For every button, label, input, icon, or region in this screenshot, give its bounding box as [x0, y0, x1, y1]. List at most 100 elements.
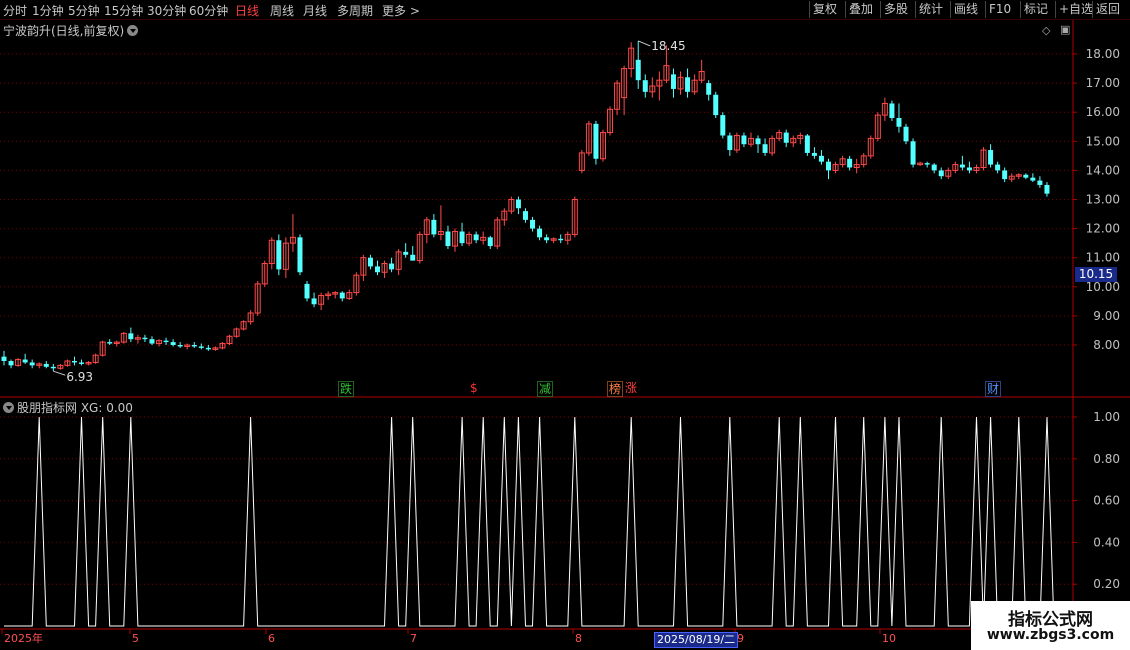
y-tick-label: 14.00	[1086, 163, 1120, 177]
candle	[706, 80, 712, 101]
candle-body	[896, 118, 902, 127]
candle	[240, 320, 247, 331]
event-badge-dollar[interactable]: $	[469, 381, 479, 395]
candle	[564, 231, 571, 245]
candle	[720, 112, 726, 139]
candle	[938, 167, 944, 180]
candle-body	[966, 167, 972, 171]
candle	[797, 132, 804, 145]
candle	[867, 135, 874, 159]
candle-body	[670, 74, 676, 89]
candle-body	[537, 228, 543, 238]
stock-title[interactable]: 宁波韵升(日线,前复权)	[3, 22, 139, 39]
candle	[621, 65, 628, 116]
candle	[437, 205, 444, 241]
candle	[423, 216, 430, 244]
candle	[804, 134, 810, 156]
candle	[818, 150, 824, 165]
indicator-tick-label: 0.40	[1093, 535, 1120, 549]
candle	[874, 112, 881, 142]
candle	[107, 339, 113, 345]
x-tick-label: 6	[268, 632, 275, 645]
x-tick-label: 8	[575, 632, 582, 645]
candle	[649, 77, 656, 98]
candle-body	[825, 161, 831, 171]
candle-body	[459, 231, 465, 244]
event-badge-bang[interactable]: 榜	[607, 381, 624, 397]
event-badge-jian[interactable]: 减	[537, 381, 554, 397]
candle	[36, 362, 43, 369]
kline-chart: 8.009.0010.0011.0012.0013.0014.0015.0016…	[0, 20, 1130, 650]
candle-body	[128, 333, 134, 340]
candle	[508, 196, 515, 215]
candle	[853, 158, 860, 174]
indicator-tick-label: 0.20	[1093, 577, 1120, 591]
candle-body	[1044, 184, 1050, 194]
candle	[163, 337, 169, 345]
candle-body	[762, 144, 768, 153]
candle	[247, 310, 254, 325]
candle	[727, 132, 733, 156]
y-tick-label: 16.00	[1086, 105, 1120, 119]
candle-body	[818, 155, 824, 162]
event-badge-die[interactable]: 跌	[338, 381, 355, 397]
candle-body	[163, 340, 169, 343]
candle	[43, 361, 49, 369]
candle-body	[374, 266, 380, 273]
candle	[459, 222, 465, 247]
watermark: 指标公式网 www.zbgs3.com	[971, 601, 1130, 650]
window-icon[interactable]: ▣	[1060, 23, 1070, 36]
event-badge-cai[interactable]: 财	[985, 381, 1002, 397]
candle-body	[149, 339, 155, 344]
candle	[988, 144, 994, 168]
candle	[931, 163, 937, 174]
candle	[276, 234, 282, 276]
candle-body	[720, 115, 726, 136]
candle-body	[741, 135, 747, 145]
candle-body	[515, 199, 521, 209]
diamond-icon[interactable]: ◇	[1042, 24, 1050, 37]
chevron-down-icon[interactable]	[127, 25, 139, 36]
candle	[1008, 173, 1015, 183]
current-price-tag: 10.15	[1075, 267, 1117, 282]
candle	[924, 161, 930, 168]
stock-title-text: 宁波韵升(日线,前复权)	[3, 24, 125, 38]
candle	[452, 228, 459, 252]
candle-body	[367, 257, 373, 267]
candle	[783, 129, 789, 148]
candle	[466, 231, 473, 247]
candle	[733, 132, 740, 153]
candle	[741, 132, 747, 148]
candle-body	[79, 362, 85, 364]
candle	[22, 353, 28, 364]
candle	[339, 291, 345, 302]
candle	[599, 129, 606, 162]
candle	[92, 353, 99, 364]
candle	[410, 246, 416, 261]
candle	[254, 280, 261, 316]
candle	[571, 196, 578, 238]
event-badge-zhang[interactable]: 涨	[624, 381, 638, 395]
candle	[381, 260, 388, 279]
y-tick-label: 9.00	[1093, 309, 1120, 323]
candle-body	[938, 170, 944, 177]
candle	[558, 234, 564, 244]
candle	[50, 363, 56, 372]
candle-body	[304, 283, 310, 299]
candle	[473, 231, 479, 244]
candle	[205, 345, 211, 351]
candle	[233, 327, 240, 338]
candle	[1023, 173, 1029, 180]
candle	[607, 106, 614, 136]
y-tick-label: 13.00	[1086, 193, 1120, 207]
candle	[790, 135, 797, 148]
chevron-down-icon[interactable]	[3, 402, 14, 413]
indicator-title[interactable]: 股朋指标网 XG: 0.00	[3, 399, 133, 416]
candle-body	[783, 132, 789, 143]
selected-date: 2025/08/19/二	[654, 632, 739, 648]
candle	[530, 216, 536, 232]
candle	[389, 257, 395, 273]
candle	[896, 103, 902, 133]
candle	[177, 342, 183, 348]
candle	[966, 161, 972, 174]
